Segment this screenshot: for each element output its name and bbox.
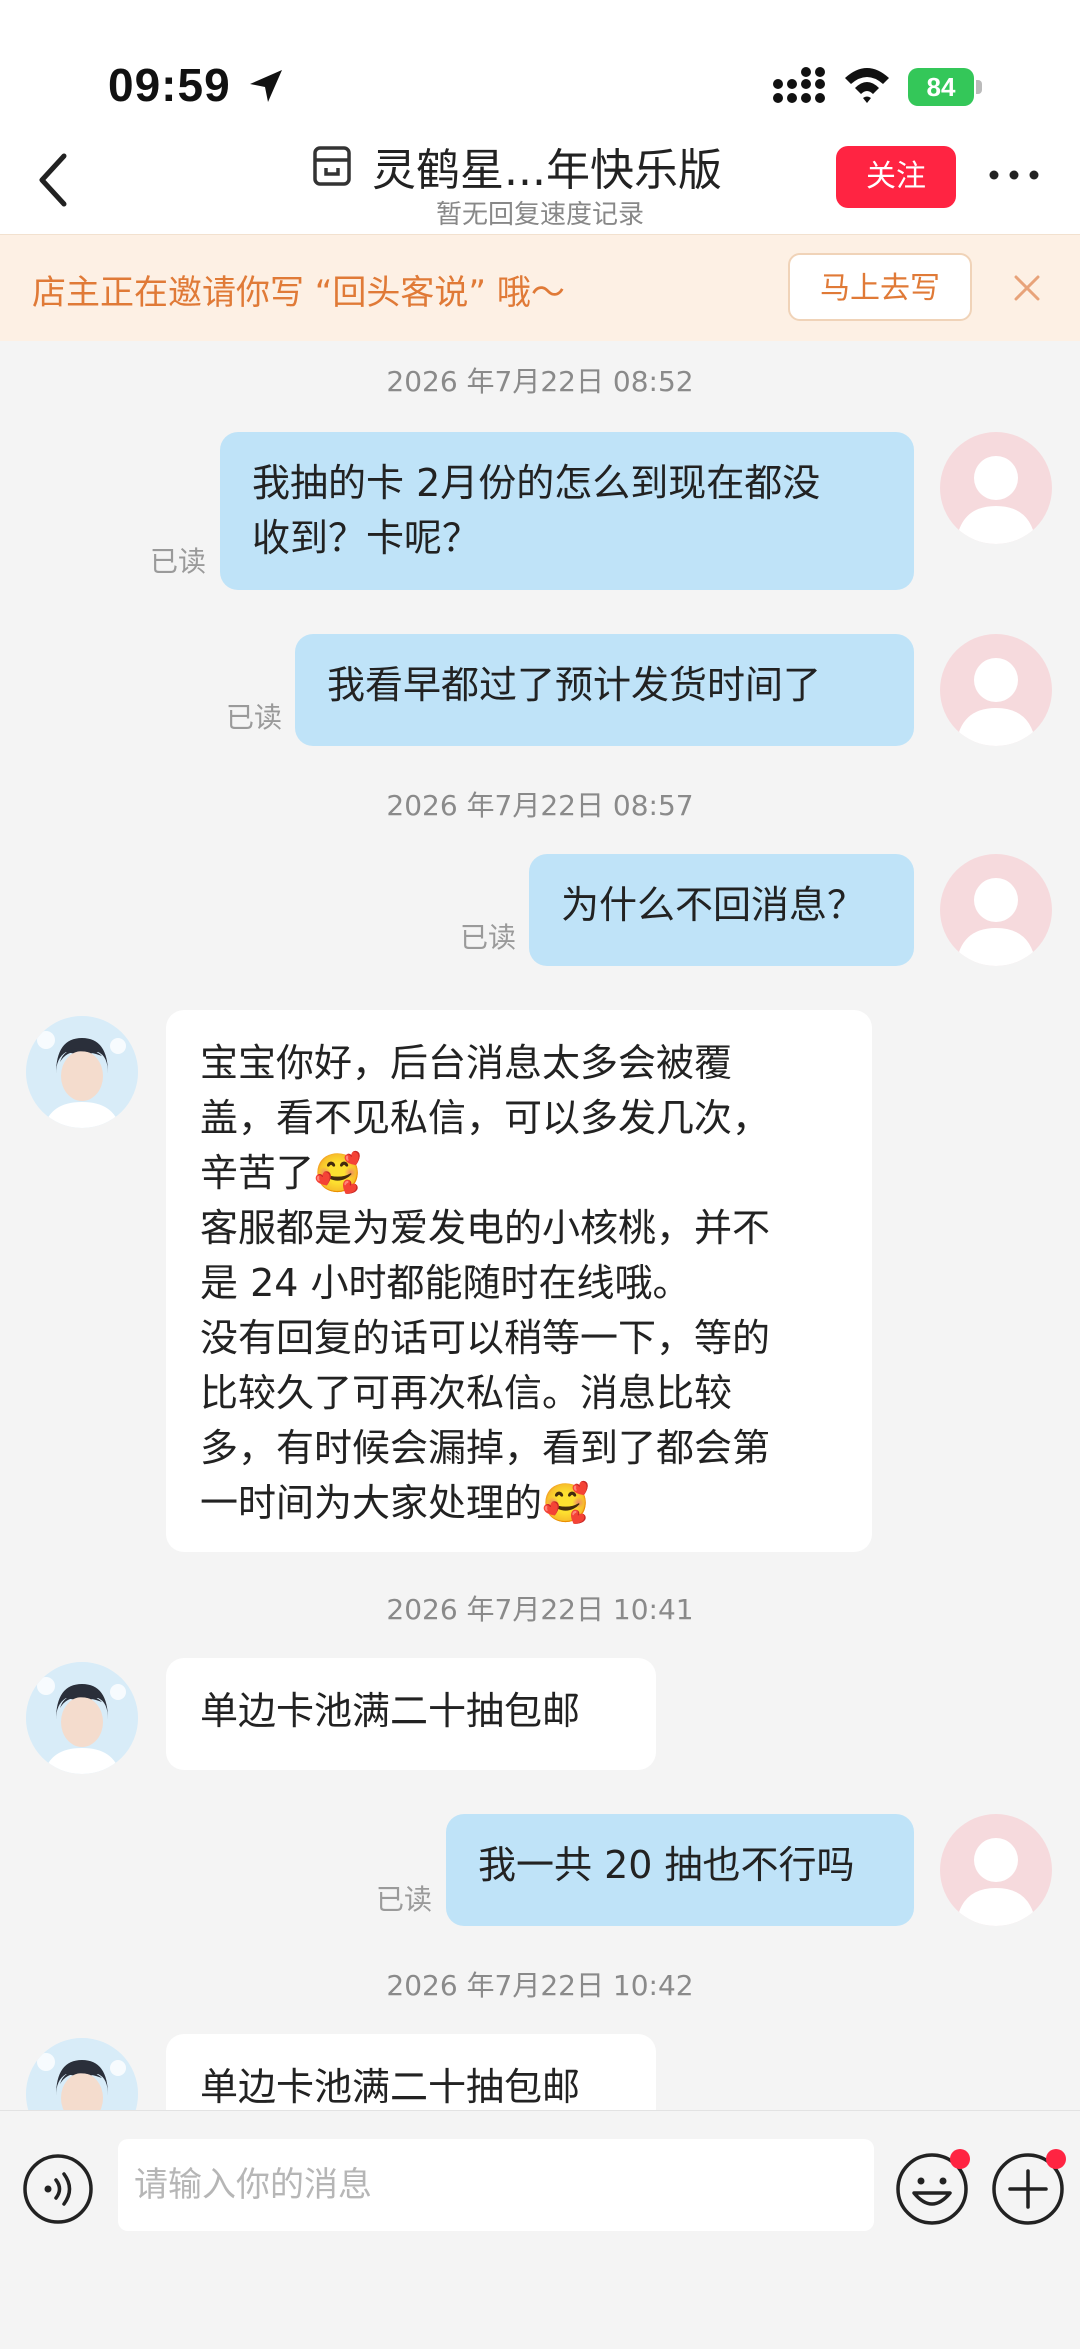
voice-input-icon[interactable]: [22, 2153, 94, 2225]
status-time: 09:59: [108, 59, 231, 111]
message-line: 没有回复的话可以稍等一下，等的: [200, 1316, 771, 1360]
location-arrow-icon: [250, 70, 282, 102]
message-line: 单边卡池满二十抽包邮: [200, 1689, 581, 1733]
default-user-icon: [956, 658, 1036, 746]
timestamp: 2026 年7月22日 08:57: [386, 789, 694, 822]
default-user-icon: [956, 878, 1036, 966]
follow-button[interactable]: 关注: [836, 146, 956, 208]
message-line: 多，有时候会漏掉，看到了都会第: [200, 1426, 771, 1470]
close-icon[interactable]: [1010, 271, 1044, 305]
message-bubble-incoming[interactable]: 单边卡池满二十抽包邮: [166, 1658, 656, 1770]
timestamp: 2026 年7月22日 10:42: [386, 1969, 694, 2002]
status-bar: 09:59 84: [0, 0, 1080, 130]
chat-header: 灵鹤星...年快乐版 暂无回复速度记录 关注: [0, 130, 1080, 234]
battery-indicator: 84: [908, 68, 986, 106]
review-invite-banner: 店主正在邀请你写 “回头客说” 哦～ 马上去写: [0, 234, 1080, 341]
wifi-icon: [845, 68, 889, 103]
my-avatar[interactable]: [940, 634, 1052, 746]
shop-avatar[interactable]: [26, 2038, 138, 2110]
input-bar: 请输入你的消息: [0, 2110, 1080, 2349]
timestamp: 2026 年7月22日 08:52: [386, 365, 694, 398]
read-receipt: 已读: [226, 701, 283, 734]
shop-avatar-image: [26, 1662, 138, 1774]
message-line: 比较久了可再次私信。消息比较: [200, 1371, 733, 1415]
read-receipt: 已读: [460, 921, 517, 954]
message-line: 单边卡池满二十抽包邮: [200, 2065, 581, 2109]
my-avatar[interactable]: [940, 854, 1052, 966]
write-review-button[interactable]: 马上去写: [788, 253, 972, 321]
message-line: 我抽的卡 2月份的怎么到现在都没: [252, 461, 821, 505]
default-user-icon: [956, 1838, 1036, 1926]
message-input[interactable]: 请输入你的消息: [118, 2139, 874, 2231]
message-bubble-incoming[interactable]: 单边卡池满二十抽包邮: [166, 2034, 656, 2110]
message-line: 是 24 小时都能随时在线哦。: [200, 1261, 691, 1305]
battery-tip: [976, 80, 982, 94]
read-receipt: 已读: [150, 545, 207, 578]
my-avatar[interactable]: [940, 432, 1052, 544]
message-line: 我看早都过了预计发货时间了: [327, 663, 822, 707]
timestamp: 2026 年7月22日 10:41: [386, 1593, 694, 1626]
banner-text: 店主正在邀请你写 “回头客说” 哦～: [32, 273, 565, 313]
shop-avatar[interactable]: [26, 1016, 138, 1128]
my-avatar[interactable]: [940, 1814, 1052, 1926]
message-line: 客服都是为爱发电的小核桃，并不: [200, 1206, 771, 1250]
shop-avatar-image: [26, 1016, 138, 1128]
signal-icon: [773, 67, 825, 103]
emoji-notification-dot: [950, 2149, 970, 2169]
default-user-icon: [956, 456, 1036, 544]
message-bubble-incoming[interactable]: 宝宝你好，后台消息太多会被覆 盖，看不见私信，可以多发几次， 辛苦了🥰 客服都是…: [166, 1010, 872, 1552]
message-line: 宝宝你好，后台消息太多会被覆: [200, 1041, 733, 1085]
message-line: 盖，看不见私信，可以多发几次，: [200, 1096, 771, 1140]
more-options-icon[interactable]: [984, 160, 1044, 190]
shop-title[interactable]: 灵鹤星...年快乐版: [372, 134, 722, 198]
message-line: 为什么不回消息？: [561, 883, 866, 927]
shop-icon: [313, 146, 351, 186]
message-bubble-outgoing[interactable]: 为什么不回消息？: [529, 854, 914, 966]
shop-avatar-image: [26, 2038, 138, 2110]
battery-level: 84: [908, 68, 974, 106]
shop-avatar[interactable]: [26, 1662, 138, 1774]
message-bubble-outgoing[interactable]: 我一共 20 抽也不行吗: [446, 1814, 914, 1926]
message-bubble-outgoing[interactable]: 我抽的卡 2月份的怎么到现在都没 收到？卡呢？: [220, 432, 914, 590]
read-receipt: 已读: [376, 1883, 433, 1916]
more-notification-dot: [1046, 2149, 1066, 2169]
message-bubble-outgoing[interactable]: 我看早都过了预计发货时间了: [295, 634, 914, 746]
message-line: 我一共 20 抽也不行吗: [478, 1843, 855, 1887]
message-line: 辛苦了🥰: [200, 1151, 362, 1195]
message-line: 收到？卡呢？: [252, 516, 481, 560]
message-line: 一时间为大家处理的🥰: [200, 1481, 590, 1525]
message-list[interactable]: 2026 年7月22日 08:52 已读 我抽的卡 2月份的怎么到现在都没 收到…: [0, 340, 1080, 2110]
